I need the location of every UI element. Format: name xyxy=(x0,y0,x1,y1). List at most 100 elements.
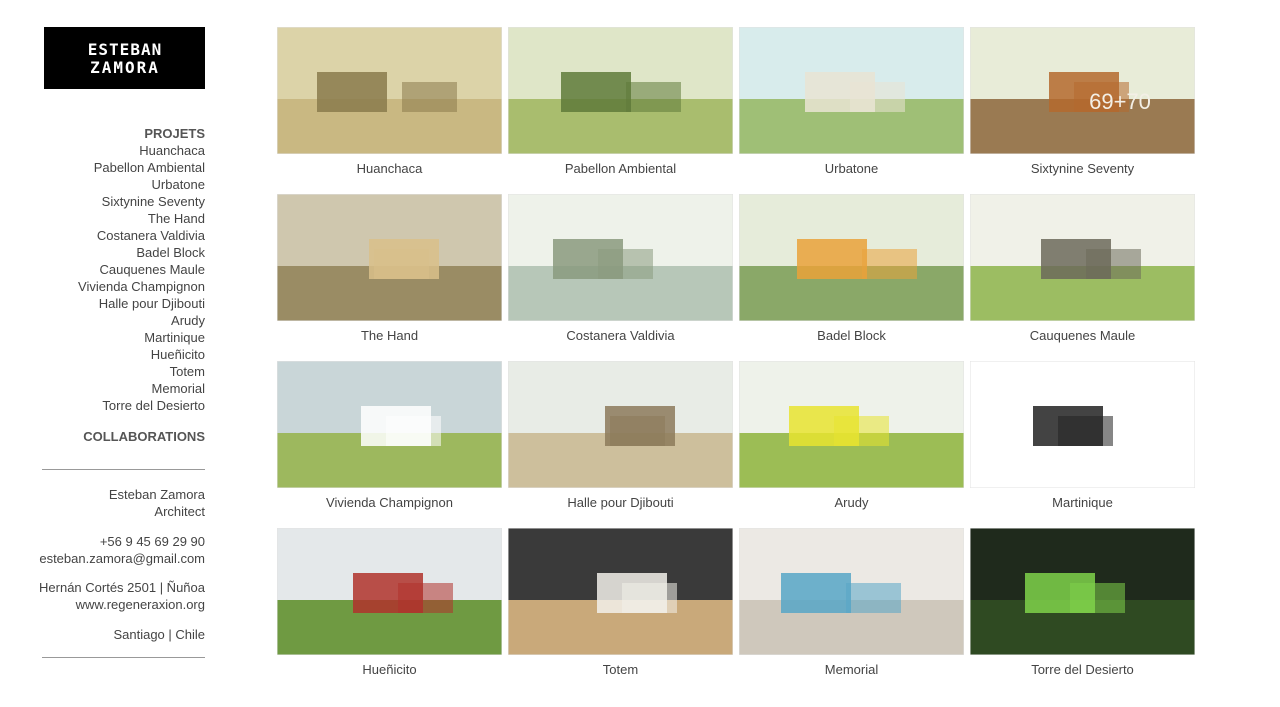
thumbnail-image xyxy=(508,528,733,655)
contact-phone-block: +56 9 45 69 29 90 esteban.zamora@gmail.c… xyxy=(5,533,205,567)
thumbnail-image xyxy=(508,194,733,321)
thumbnail-image xyxy=(739,27,964,154)
thumbnail-image xyxy=(970,361,1195,488)
contact-city-block: Santiago | Chile xyxy=(5,626,205,643)
project-caption[interactable]: Pabellon Ambiental xyxy=(508,161,733,181)
project-caption[interactable]: Badel Block xyxy=(739,328,964,348)
project-thumbnail[interactable] xyxy=(739,528,964,655)
divider-bottom xyxy=(42,657,205,658)
project-caption[interactable]: The Hand xyxy=(277,328,502,348)
logo-line-2: ZAMORA xyxy=(90,58,160,76)
thumbnail-image xyxy=(277,27,502,154)
thumbnail-image xyxy=(508,361,733,488)
collaborations-heading[interactable]: COLLABORATIONS xyxy=(5,428,205,445)
project-tile[interactable]: Memorial xyxy=(739,528,964,682)
nav-project-link[interactable]: Urbatone xyxy=(5,176,205,193)
contact-email[interactable]: esteban.zamora@gmail.com xyxy=(5,550,205,567)
projects-heading[interactable]: PROJETS xyxy=(5,125,205,142)
contact-city: Santiago | Chile xyxy=(113,627,205,642)
project-tile[interactable]: Arudy xyxy=(739,361,964,515)
nav-project-link[interactable]: The Hand xyxy=(5,210,205,227)
project-thumbnail[interactable] xyxy=(277,528,502,655)
nav-project-link[interactable]: Torre del Desierto xyxy=(5,397,205,414)
project-thumbnail[interactable] xyxy=(970,361,1195,488)
project-thumbnail[interactable] xyxy=(739,361,964,488)
thumbnail-image xyxy=(277,528,502,655)
logo-line-1: ESTEBAN xyxy=(87,40,161,59)
nav-project-link[interactable]: Hueñicito xyxy=(5,346,205,363)
project-thumbnail[interactable] xyxy=(970,194,1195,321)
project-caption[interactable]: Hueñicito xyxy=(277,662,502,682)
project-caption[interactable]: Urbatone xyxy=(739,161,964,181)
project-caption[interactable]: Halle pour Djibouti xyxy=(508,495,733,515)
thumbnail-overlay-text: 69+70 xyxy=(1089,89,1151,114)
thumbnail-image xyxy=(970,194,1195,321)
nav-project-link[interactable]: Sixtynine Seventy xyxy=(5,193,205,210)
project-caption[interactable]: Cauquenes Maule xyxy=(970,328,1195,348)
project-thumbnail[interactable]: 69+70 xyxy=(970,27,1195,154)
nav-project-link[interactable]: Vivienda Champignon xyxy=(5,278,205,295)
project-caption[interactable]: Costanera Valdivia xyxy=(508,328,733,348)
logo-wordmark: ESTEBAN ZAMORA xyxy=(87,40,161,76)
project-tile[interactable]: Halle pour Djibouti xyxy=(508,361,733,515)
project-tile[interactable]: Pabellon Ambiental xyxy=(508,27,733,181)
contact-address-block: Hernán Cortés 2501 | Ñuñoa www.regenerax… xyxy=(5,579,205,613)
contact-website[interactable]: www.regeneraxion.org xyxy=(5,596,205,613)
project-thumbnail[interactable] xyxy=(508,194,733,321)
project-thumbnail[interactable] xyxy=(508,27,733,154)
nav-project-link[interactable]: Huanchaca xyxy=(5,142,205,159)
nav-project-link[interactable]: Memorial xyxy=(5,380,205,397)
thumbnail-image xyxy=(277,361,502,488)
project-tile[interactable]: Badel Block xyxy=(739,194,964,348)
project-caption[interactable]: Huanchaca xyxy=(277,161,502,181)
main-nav: PROJETS Huanchaca Pabellon Ambiental Urbat… xyxy=(5,125,205,445)
project-tile[interactable]: Martinique xyxy=(970,361,1195,515)
thumbnail-image: 69+70 xyxy=(970,27,1195,154)
project-thumbnail[interactable] xyxy=(739,27,964,154)
sidebar: ESTEBAN ZAMORA PROJETS Huanchaca Pabellon… xyxy=(0,0,215,707)
thumbnail-image xyxy=(508,27,733,154)
project-caption[interactable]: Torre del Desierto xyxy=(970,662,1195,682)
project-thumbnail[interactable] xyxy=(508,528,733,655)
nav-project-link[interactable]: Pabellon Ambiental xyxy=(5,159,205,176)
project-tile[interactable]: Urbatone xyxy=(739,27,964,181)
contact-name-block: Esteban Zamora Architect xyxy=(5,486,205,520)
project-list: Huanchaca Pabellon Ambiental Urbatone Sixty… xyxy=(5,142,205,414)
nav-project-link[interactable]: Halle pour Djibouti xyxy=(5,295,205,312)
nav-project-link[interactable]: Cauquenes Maule xyxy=(5,261,205,278)
project-tile[interactable]: The Hand xyxy=(277,194,502,348)
nav-project-link[interactable]: Martinique xyxy=(5,329,205,346)
project-tile[interactable]: Hueñicito xyxy=(277,528,502,682)
project-thumbnail[interactable] xyxy=(739,194,964,321)
project-thumbnail[interactable] xyxy=(277,194,502,321)
project-caption[interactable]: Martinique xyxy=(970,495,1195,515)
site-logo[interactable]: ESTEBAN ZAMORA xyxy=(44,27,205,89)
project-gallery: Huanchaca Pabellon Ambiental Urbatone 69+70… xyxy=(277,27,1195,682)
project-thumbnail[interactable] xyxy=(277,361,502,488)
project-tile[interactable]: Costanera Valdivia xyxy=(508,194,733,348)
nav-project-link[interactable]: Costanera Valdivia xyxy=(5,227,205,244)
project-tile[interactable]: Totem xyxy=(508,528,733,682)
project-caption[interactable]: Memorial xyxy=(739,662,964,682)
nav-project-link[interactable]: Totem xyxy=(5,363,205,380)
project-thumbnail[interactable] xyxy=(970,528,1195,655)
project-caption[interactable]: Sixtynine Seventy xyxy=(970,161,1195,181)
project-tile[interactable]: Huanchaca xyxy=(277,27,502,181)
project-caption[interactable]: Arudy xyxy=(739,495,964,515)
project-thumbnail[interactable] xyxy=(277,27,502,154)
project-tile[interactable]: 69+70 Sixtynine Seventy xyxy=(970,27,1195,181)
nav-project-link[interactable]: Arudy xyxy=(5,312,205,329)
contact-address: Hernán Cortés 2501 | Ñuñoa xyxy=(39,580,205,595)
thumbnail-image xyxy=(739,528,964,655)
nav-project-link[interactable]: Badel Block xyxy=(5,244,205,261)
project-thumbnail[interactable] xyxy=(508,361,733,488)
contact-name: Esteban Zamora xyxy=(108,487,205,502)
project-tile[interactable]: Torre del Desierto xyxy=(970,528,1195,682)
project-caption[interactable]: Totem xyxy=(508,662,733,682)
thumbnail-image xyxy=(739,361,964,488)
project-tile[interactable]: Cauquenes Maule xyxy=(970,194,1195,348)
thumbnail-image xyxy=(739,194,964,321)
project-caption[interactable]: Vivienda Champignon xyxy=(277,495,502,515)
thumbnail-image xyxy=(277,194,502,321)
project-tile[interactable]: Vivienda Champignon xyxy=(277,361,502,515)
